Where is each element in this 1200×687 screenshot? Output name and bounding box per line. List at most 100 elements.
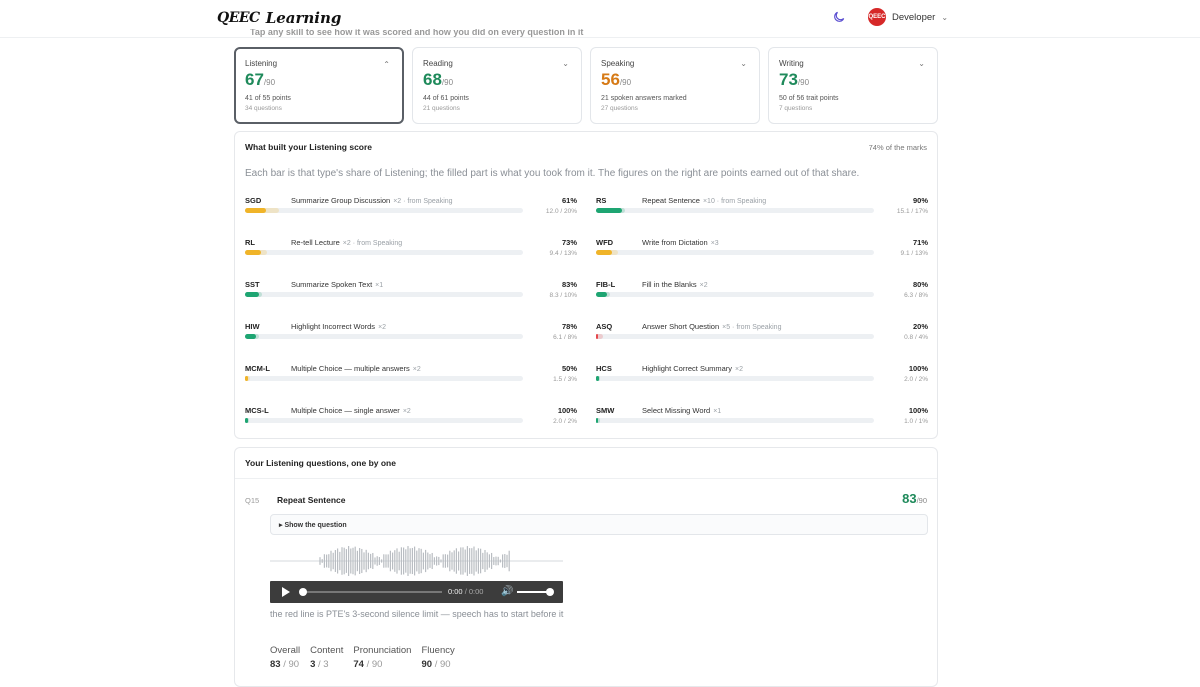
user-menu[interactable]: QEEC Developer ⌄ [868, 8, 948, 26]
skill-card-speaking[interactable]: Speaking ⌄ 56/90 21 spoken answers marked 27… [590, 47, 760, 124]
show-question-toggle[interactable]: ▸ Show the question [270, 514, 928, 535]
metric-overall: Overall 83 / 90 [270, 645, 300, 670]
task-row-hiw: HIW Highlight Incorrect Words ×2 78% 6.1 / 8… [245, 322, 577, 358]
task-points: 1.5 / 3% [553, 376, 577, 383]
play-icon[interactable] [282, 587, 290, 597]
logo[interactable]: QEEC Learning [217, 9, 341, 27]
skill-score: 73/90 [779, 70, 927, 93]
skill-card-reading[interactable]: Reading ⌄ 68/90 44 of 61 points 21 questions [412, 47, 582, 124]
seek-handle[interactable] [299, 588, 307, 596]
share-track [245, 208, 523, 213]
share-track [596, 418, 874, 423]
share-outline [596, 292, 610, 297]
chevron-down-icon: ⌄ [941, 12, 949, 22]
task-meta: ×2 · from Speaking [393, 198, 453, 205]
task-percent: 71% [912, 238, 928, 247]
task-code: ASQ [596, 322, 613, 331]
task-name: Write from Dictation ×3 [642, 238, 719, 247]
share-track [596, 292, 874, 297]
skill-score-value: 56 [601, 70, 620, 89]
chevron-down-icon: ⌄ [740, 59, 747, 68]
skill-hint: Tap any skill to see how it was scored a… [250, 29, 584, 37]
task-percent: 100% [557, 406, 577, 415]
volume-icon[interactable]: 🔊 [501, 586, 513, 597]
skill-score-den: /90 [797, 78, 810, 87]
audio-waveform [270, 546, 563, 576]
dark-mode-toggle-icon[interactable] [832, 10, 846, 24]
skill-score-den: /90 [263, 78, 276, 87]
task-points: 12.0 / 20% [545, 208, 577, 215]
task-name: Re-tell Lecture ×2 · from Speaking [291, 238, 402, 247]
task-name-text: Highlight Correct Summary [642, 364, 733, 373]
share-track [245, 250, 523, 255]
skill-name: Writing [779, 59, 804, 68]
share-track [245, 376, 523, 381]
skill-name: Speaking [601, 59, 635, 68]
metric-value: 90 / 90 [421, 659, 454, 670]
time-display: 0:00 / 0:00 [448, 587, 483, 596]
metric-den: / 90 [363, 659, 383, 670]
share-outline [596, 250, 619, 255]
share-outline [596, 376, 600, 381]
task-percent: 100% [908, 364, 928, 373]
seek-bar[interactable] [302, 591, 442, 593]
skill-score: 67/90 [245, 70, 393, 93]
skill-score-den: /90 [441, 78, 454, 87]
task-percent: 50% [561, 364, 577, 373]
volume-handle[interactable] [546, 588, 554, 596]
metric-den: / 90 [432, 659, 451, 670]
task-percent: 78% [561, 322, 577, 331]
share-track [596, 334, 874, 339]
share-outline [245, 292, 262, 297]
metric-den: / 90 [280, 659, 300, 670]
skill-card-listening[interactable]: Listening ⌃ 67/90 41 of 55 points 34 questio… [234, 47, 404, 124]
task-name-text: Multiple Choice — multiple answers [291, 364, 410, 373]
task-meta: ×1 [713, 408, 722, 415]
volume-slider[interactable] [517, 591, 549, 593]
task-code: MCM-L [245, 364, 270, 373]
marks-share: 74% of the marks [868, 143, 927, 152]
score-breakdown-panel: What built your Listening score 74% of t… [234, 131, 938, 439]
task-points: 9.1 / 13% [900, 250, 928, 257]
task-points: 2.0 / 2% [553, 418, 577, 425]
task-name: Answer Short Question ×5 · from Speaking [642, 322, 781, 331]
share-track [596, 208, 874, 213]
task-percent: 83% [561, 280, 577, 289]
metric-den: / 3 [315, 659, 329, 670]
questions-panel: Your Listening questions, one by one Q15… [234, 447, 938, 687]
audio-player: 0:00 / 0:00 🔊 [270, 581, 563, 603]
task-percent: 80% [912, 280, 928, 289]
task-row-wfd: WFD Write from Dictation ×3 71% 9.1 / 13% [596, 238, 928, 274]
task-name: Fill in the Blanks ×2 [642, 280, 708, 289]
metric-content: Content 3 / 3 [310, 645, 343, 670]
task-name-text: Select Missing Word [642, 406, 711, 415]
metric-label: Fluency [421, 645, 455, 656]
metric-pronunciation: Pronunciation 74 / 90 [353, 645, 411, 670]
task-name-text: Multiple Choice — single answer [291, 406, 400, 415]
skill-card-writing[interactable]: Writing ⌄ 73/90 50 of 56 trait points 7 ques… [768, 47, 938, 124]
skill-name: Listening [245, 59, 278, 68]
task-code: RL [245, 238, 255, 247]
question-number: Q15 [245, 496, 260, 505]
divider [235, 478, 937, 479]
current-time: 0:00 [448, 587, 463, 596]
task-row-asq: ASQ Answer Short Question ×5 · from Speaki… [596, 322, 928, 358]
task-row-rl: RL Re-tell Lecture ×2 · from Speaking 73% 9.… [245, 238, 577, 274]
task-code: HCS [596, 364, 612, 373]
task-percent: 90% [912, 196, 928, 205]
skill-score-value: 67 [245, 70, 264, 89]
task-meta: ×3 [710, 240, 719, 247]
task-points: 6.3 / 8% [904, 292, 928, 299]
skill-points: 44 of 61 points [423, 95, 469, 102]
skill-question-count: 34 questions [245, 105, 282, 112]
task-row-rs: RS Repeat Sentence ×10 · from Speaking 90% 1… [596, 196, 928, 232]
task-points: 6.1 / 8% [553, 334, 577, 341]
breakdown-title: What built your Listening score [245, 142, 373, 152]
task-name: Summarize Group Discussion ×2 · from Spea… [291, 196, 453, 205]
avatar: QEEC [868, 8, 886, 26]
skill-name: Reading [423, 59, 453, 68]
question-type: Repeat Sentence [277, 495, 346, 505]
task-code: MCS-L [245, 406, 269, 415]
question-score-den: /90 [916, 496, 927, 505]
task-points: 9.4 / 13% [549, 250, 577, 257]
